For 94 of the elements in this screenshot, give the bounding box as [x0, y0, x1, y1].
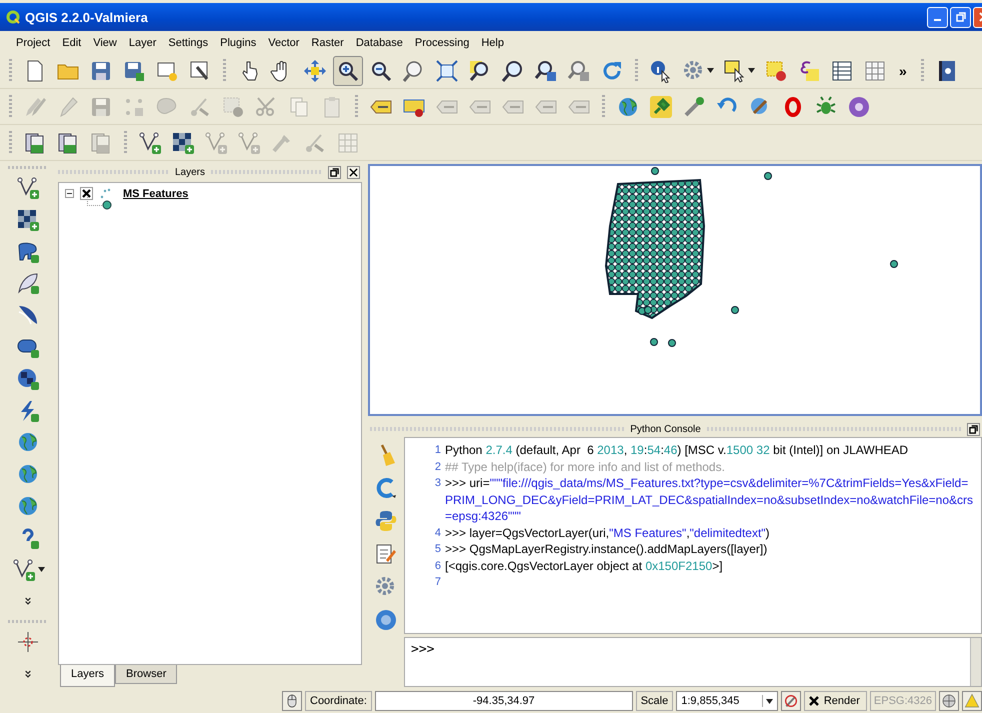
checker-plus-icon — [16, 208, 40, 232]
map-canvas[interactable] — [368, 164, 982, 416]
magnifier-back-icon — [534, 58, 558, 82]
coordinate-field[interactable]: -94.35,34.97 — [374, 691, 633, 711]
menu-item[interactable]: Settings — [162, 35, 214, 51]
checker-globe-icon — [16, 366, 40, 391]
coordinate-label: Coordinate: — [305, 691, 372, 711]
vector-plus-icon — [237, 130, 261, 154]
line-number: 3 — [434, 476, 442, 491]
render-checkbox[interactable]: Render — [804, 691, 867, 711]
cross-mark-icon — [808, 696, 819, 706]
window-title: QGIS 2.2.0-Valmiera — [25, 10, 148, 24]
panel-tab[interactable]: Layers — [60, 665, 116, 687]
deselect-icon — [764, 58, 788, 82]
menu-item[interactable]: View — [87, 35, 123, 51]
collapse-icon[interactable] — [65, 189, 74, 198]
restore-icon — [330, 168, 340, 176]
python-icon — [374, 509, 398, 533]
layer-name[interactable]: MS Features — [123, 188, 188, 200]
line-number: 4 — [434, 526, 442, 540]
restore-icon — [969, 424, 978, 434]
scale-label: Scale — [636, 691, 674, 711]
restore-icon — [956, 12, 966, 22]
point-symbol-icon — [102, 200, 112, 210]
code-line: [<qgis.core.QgsVectorLayer object at 0x150F2150>] — [445, 558, 724, 574]
menu-item[interactable]: Processing — [408, 35, 476, 51]
disc-icon — [847, 94, 871, 118]
menu-item[interactable]: Layer — [122, 35, 162, 51]
menu-item[interactable]: Plugins — [214, 35, 262, 51]
menu-item[interactable]: Project — [10, 35, 56, 51]
panel-title: Python Console — [630, 424, 701, 434]
grid-icon — [336, 130, 360, 154]
plug-icon — [649, 94, 673, 118]
info-cursor-icon — [649, 58, 673, 82]
close-button[interactable] — [347, 166, 360, 178]
close-icon — [349, 168, 358, 176]
elephant-icon — [16, 240, 40, 264]
scrollbar[interactable] — [970, 638, 981, 686]
menu-item[interactable]: Raster — [305, 35, 350, 51]
warning-icon — [964, 693, 980, 709]
toolbar-button[interactable] — [333, 56, 363, 86]
select-cursor-icon — [723, 58, 747, 82]
feather-icon — [16, 271, 40, 296]
line-number: 2 — [434, 460, 442, 474]
crosshair-icon — [16, 630, 40, 654]
line-number: 7 — [434, 575, 442, 590]
magnifier-icon — [501, 58, 525, 82]
points-icon — [99, 188, 111, 200]
minimize-icon — [934, 19, 941, 21]
q-logo-icon — [6, 10, 20, 24]
move-arrows-icon — [303, 58, 327, 82]
notepad-pencil-icon — [374, 542, 398, 566]
deselect-icon — [221, 94, 245, 118]
mouse-button[interactable] — [282, 691, 302, 711]
projection-button[interactable] — [939, 691, 959, 711]
stop-render-button[interactable] — [780, 691, 801, 711]
vector-plus-icon — [138, 130, 162, 154]
menu-item[interactable]: Help — [475, 35, 510, 51]
code-line: ## Type help(iface) for more info and list of methods. — [445, 458, 726, 475]
float-button[interactable] — [967, 422, 980, 436]
menu-item[interactable]: Database — [350, 35, 409, 51]
full-extent-icon — [435, 58, 459, 82]
console-input[interactable]: >>> — [404, 637, 982, 687]
globe-crosshair-icon — [941, 693, 957, 709]
line-number: 6 — [434, 558, 442, 574]
cross-mark-icon — [82, 189, 91, 198]
panel-tab[interactable]: Browser — [115, 665, 178, 684]
help-icon — [374, 608, 398, 632]
line-number: 1 — [434, 443, 442, 458]
more-button[interactable]: » — [893, 62, 913, 78]
restore-button[interactable] — [950, 6, 971, 28]
checker-plus-icon — [171, 130, 195, 154]
no-render-brush-icon — [782, 693, 799, 709]
menu-item[interactable]: Edit — [56, 35, 88, 51]
layer-checkbox[interactable] — [80, 187, 93, 200]
caret-icon — [766, 698, 774, 704]
code-line: >>> layer=QgsVectorLayer(uri,"MS Features","delimitedtext") — [445, 524, 771, 541]
code-line: >>> QgsMapLayerRegistry.instance().addMapLayers([layer]) — [445, 541, 768, 558]
grid-icon — [863, 58, 887, 82]
magnifier-forward-icon — [567, 58, 591, 82]
scale-dropdown[interactable]: 1:9,855,345 — [676, 691, 778, 711]
c-arrow-icon — [374, 476, 398, 500]
table-icon — [830, 58, 854, 82]
float-button[interactable] — [328, 166, 342, 178]
vector-plus-icon — [16, 176, 40, 200]
vector-plus-icon — [12, 558, 36, 582]
vector-plus-icon — [204, 130, 228, 154]
messages-button[interactable] — [962, 691, 982, 711]
menu-item[interactable]: Vector — [262, 35, 306, 51]
panel-title: Layers — [175, 166, 206, 178]
code-line: Python 2.7.4 (default, Apr 6 2013, 19:54:46) [MSC v.1500 32 bit (Intel)] on JLAWHEAD — [445, 442, 910, 458]
line-number: 5 — [434, 542, 442, 557]
minimize-button[interactable] — [927, 6, 948, 28]
code-line: >>> uri="""file:///qgis_data/ms/MS_Features.txt?type=csv&delimiter=%7C&trimFields=Yes&xField=PRIM_LONG_DEC&yField=PRIM_LAT_DEC&spatialIndex=no&subsetIndex=no&watchFile=no&crs=epsg:4326""" — [445, 475, 974, 524]
